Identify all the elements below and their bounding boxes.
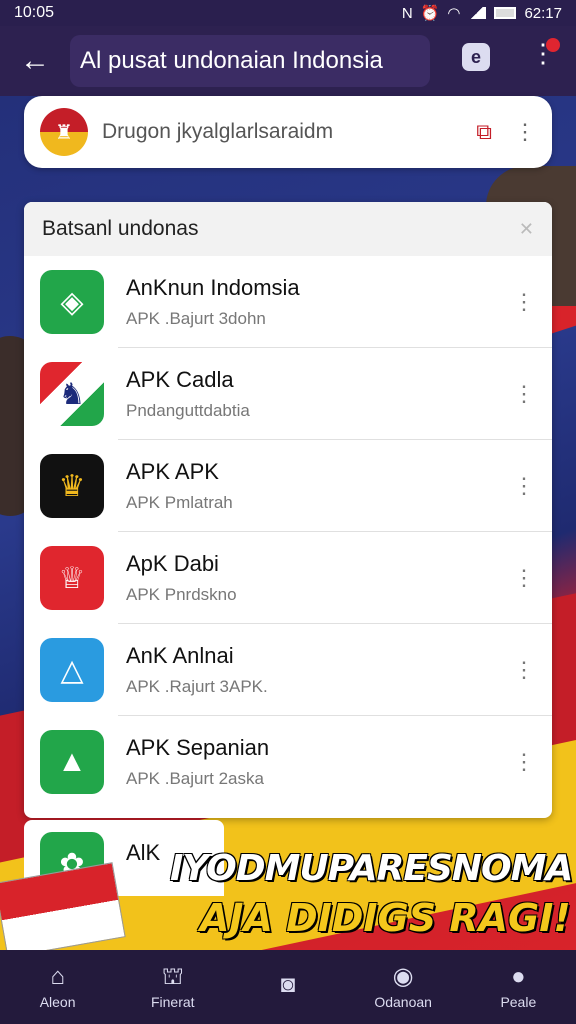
list-item-title: AnKnun Indomsia (126, 275, 300, 300)
list-item-title: APK Sepanian (126, 735, 270, 760)
app-list-card: Batsanl undonas ✕ ◈ AnKnun Indomsia APK … (24, 202, 552, 818)
home-icon: ⌂ (50, 963, 65, 990)
list-item-title: APK APK (126, 459, 219, 484)
kite-app-icon: ◈ (40, 270, 104, 334)
chat-icon: ◉ (392, 963, 414, 990)
status-icons: N ⏰ ◠ 62:17 (401, 4, 562, 23)
list-item[interactable]: ♕ ApK Dabi APK Pnrdskno ⋮ (24, 532, 552, 624)
list-item-subtitle: APK Pnrdskno (126, 585, 237, 604)
more-vert-icon[interactable]: ⋮ (496, 473, 552, 499)
nav-label: Aleon (39, 994, 76, 1010)
nfc-icon: N (401, 4, 413, 22)
crown-red-app-icon: ♕ (40, 546, 104, 610)
crown-app-icon: ♛ (40, 454, 104, 518)
list-item-title: ApK Dabi (126, 551, 219, 576)
bank-icon: ⛫ (161, 963, 184, 990)
list-item[interactable]: ▲ APK Sepanian APK .Bajurt 2aska ⋮ (24, 716, 552, 808)
list-item-title: APK Cadla (126, 367, 234, 392)
battery-text: 62:17 (524, 4, 562, 22)
banner-subheadline: AJA DIDIGS RAGI! (200, 896, 571, 940)
more-vert-icon[interactable]: ⋮ (496, 749, 552, 775)
page-title: Al pusat undonaian Indonsia (70, 35, 430, 87)
person-icon: ● (511, 963, 526, 990)
list-item-subtitle: APK .Bajurt 3dohn (126, 309, 266, 328)
list-header: Batsanl undonas ✕ (24, 202, 552, 256)
triangle-green-app-icon: ▲ (40, 730, 104, 794)
list-item-title: AlK (126, 840, 161, 865)
list-item[interactable]: ♞ APK Cadla Pndanguttdabtia ⋮ (24, 348, 552, 440)
nav-item-camera[interactable]: ◙ (238, 972, 338, 1002)
arrow-left-icon: ← (20, 44, 50, 77)
back-button[interactable]: ← (0, 44, 70, 78)
nav-item-chat[interactable]: ◉ Odanoan (353, 963, 453, 1011)
more-vert-icon[interactable]: ⋮ (514, 119, 536, 145)
list-item-title: AnK Anlnai (126, 643, 234, 668)
more-vert-icon[interactable]: ⋮ (496, 565, 552, 591)
nav-label: Peale (500, 994, 537, 1010)
list-item-subtitle: Pndanguttdabtia (126, 401, 250, 420)
nav-label: Odanoan (374, 994, 432, 1010)
nav-label: Finerat (150, 994, 195, 1010)
more-vert-icon[interactable]: ⋮ (496, 657, 552, 683)
banner-headline: IYODMUPARESNOMA (170, 848, 573, 889)
triangle-blue-app-icon: △ (40, 638, 104, 702)
list-header-title: Batsanl undonas (42, 217, 199, 240)
list-item-subtitle: APK Pmlatrah (126, 493, 233, 512)
nav-item-profile[interactable]: ● Peale (468, 963, 568, 1011)
battery-icon (494, 7, 517, 19)
camera-scan-icon[interactable]: ⧉ (476, 119, 492, 145)
more-vert-icon[interactable]: ⋮ (496, 381, 552, 407)
status-time: 10:05 (14, 4, 55, 21)
list-item[interactable]: △ AnK Anlnai APK .Rajurt 3APK. ⋮ (24, 624, 552, 716)
wifi-icon: ◠ (447, 5, 461, 22)
wayang-app-icon: ♞ (40, 362, 104, 426)
nav-item-home[interactable]: ⌂ Aleon (8, 963, 108, 1011)
list-item[interactable]: ◈ AnKnun Indomsia APK .Bajurt 3dohn ⋮ (24, 256, 552, 348)
list-item-subtitle: APK .Rajurt 3APK. (126, 677, 268, 696)
notification-dot (546, 38, 560, 52)
alarm-icon: ⏰ (420, 5, 440, 22)
e-badge-icon[interactable]: e (462, 43, 490, 71)
app-bar: ← Al pusat undonaian Indonsia e ⋮ (0, 26, 576, 96)
bottom-nav: ⌂ Aleon ⛫ Finerat ◙ ◉ Odanoan ● Peale (0, 950, 576, 1024)
close-icon[interactable]: ✕ (519, 219, 534, 240)
list-item[interactable]: ♛ APK APK APK Pmlatrah ⋮ (24, 440, 552, 532)
list-item-subtitle: APK .Bajurt 2aska (126, 769, 264, 788)
garuda-emblem-icon: ♜ (40, 108, 88, 156)
status-bar: 10:05 N ⏰ ◠ 62:17 (0, 0, 576, 26)
signal-icon (468, 7, 487, 19)
nav-item-finance[interactable]: ⛫ Finerat (123, 963, 223, 1011)
search-input[interactable]: Drugon jkyalglarlsaraidm (102, 120, 476, 144)
more-vert-icon[interactable]: ⋮ (496, 289, 552, 315)
search-bar[interactable]: ♜ Drugon jkyalglarlsaraidm ⧉ ⋮ (24, 96, 552, 168)
camera-icon: ◙ (280, 971, 296, 998)
